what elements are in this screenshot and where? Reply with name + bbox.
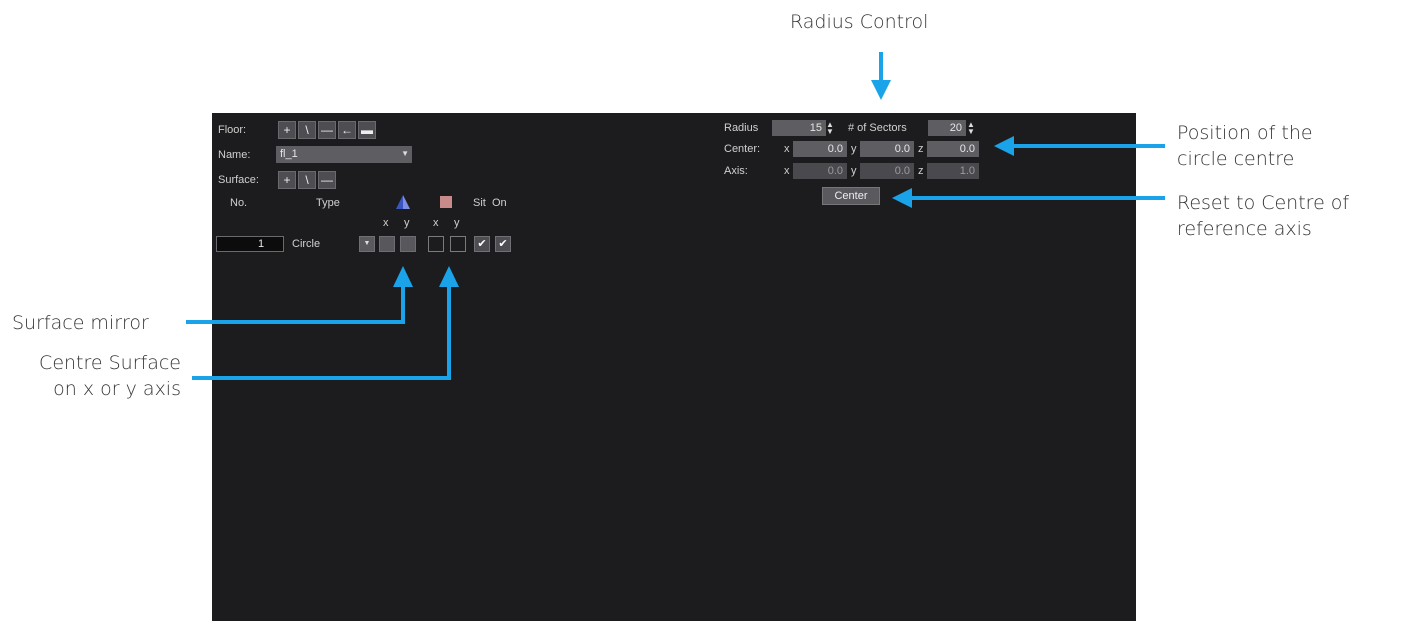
arrow-icon (892, 188, 1165, 208)
arrow-icon (994, 136, 1165, 156)
arrow-icon (871, 52, 891, 100)
arrow-icon (186, 266, 413, 324)
callout-arrows (186, 52, 1165, 380)
